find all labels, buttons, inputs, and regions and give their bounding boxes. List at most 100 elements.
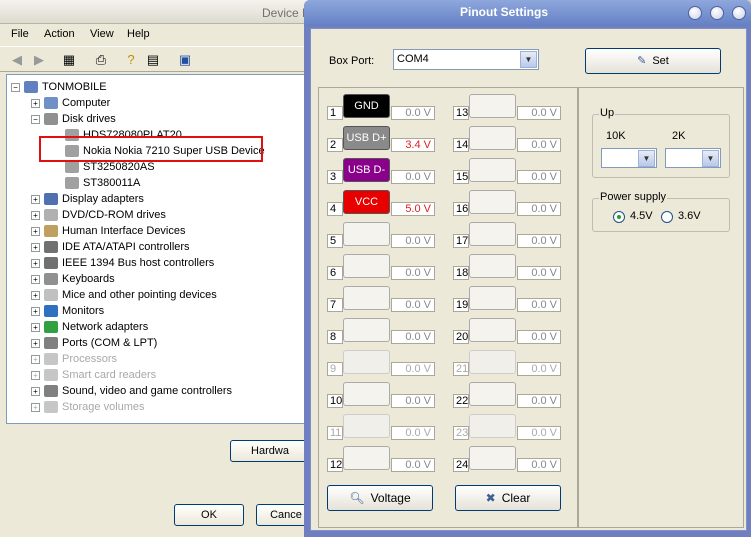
pinout-client-area: Box Port: COM4 ▼ ✎ Set 1 GND 0.0 V 2 USB D+ 3.… bbox=[310, 28, 747, 531]
computer-icon bbox=[44, 97, 58, 110]
forward-arrow-icon[interactable]: ▶ bbox=[30, 51, 48, 69]
pullup-2k-select[interactable]: ▼ bbox=[665, 148, 721, 168]
pin-function-button[interactable] bbox=[469, 222, 516, 246]
maximize-icon[interactable] bbox=[710, 6, 724, 20]
pin-voltage: 0.0 V bbox=[391, 106, 435, 120]
pin-function-button[interactable] bbox=[469, 158, 516, 182]
pin-function-button[interactable] bbox=[343, 414, 390, 438]
pin-row: 1 GND 0.0 V bbox=[325, 94, 443, 122]
pin-function-button[interactable] bbox=[469, 254, 516, 278]
pin-function-button[interactable] bbox=[343, 446, 390, 470]
pin-function-button[interactable]: GND bbox=[343, 94, 390, 118]
pin-number: 13 bbox=[453, 106, 469, 120]
tree-item-computer[interactable]: + Computer bbox=[31, 95, 110, 111]
tree-item-network-adapters[interactable]: + Network adapters bbox=[31, 319, 148, 335]
pin-function-button[interactable] bbox=[469, 446, 516, 470]
pin-function-button[interactable] bbox=[343, 318, 390, 342]
radio-4-5v-label: 4.5V bbox=[630, 210, 653, 222]
print-icon[interactable]: ⎙ bbox=[92, 51, 110, 69]
pin-function-button[interactable] bbox=[469, 190, 516, 214]
pin-voltage: 0.0 V bbox=[517, 426, 561, 440]
pin-function-button[interactable]: USB D+ bbox=[343, 126, 390, 150]
keyboard-icon bbox=[44, 273, 58, 286]
properties-pane-icon[interactable]: ▦ bbox=[60, 51, 78, 69]
tree-item-processors[interactable]: + Processors bbox=[31, 351, 117, 367]
pin-function-button[interactable] bbox=[343, 286, 390, 310]
clear-button[interactable]: ✖ Clear bbox=[455, 485, 561, 511]
radio-3-6v[interactable] bbox=[661, 211, 673, 223]
pins-panel: 1 GND 0.0 V 2 USB D+ 3.4 V 3 USB D- 0.0 V 4 VCC 5.0… bbox=[318, 87, 578, 528]
radio-4-5v[interactable] bbox=[613, 211, 625, 223]
pullup-10k-select[interactable]: ▼ bbox=[601, 148, 657, 168]
pin-voltage: 0.0 V bbox=[391, 266, 435, 280]
pin-function-button[interactable] bbox=[343, 382, 390, 406]
tree-item-disk[interactable]: ST380011A bbox=[65, 175, 140, 191]
tree-item-smart-card-readers[interactable]: + Smart card readers bbox=[31, 367, 156, 383]
up-group-legend: Up bbox=[599, 107, 616, 119]
pin-function-button[interactable] bbox=[469, 318, 516, 342]
tree-item-ieee1394[interactable]: + IEEE 1394 Bus host controllers bbox=[31, 255, 214, 271]
pin-row: 12 0.0 V bbox=[325, 446, 443, 474]
box-port-select[interactable]: COM4 ▼ bbox=[393, 49, 539, 70]
pin-row: 8 0.0 V bbox=[325, 318, 443, 346]
tree-item-ports[interactable]: + Ports (COM & LPT) bbox=[31, 335, 157, 351]
pin-number: 12 bbox=[327, 458, 343, 472]
pin-function-button[interactable]: VCC bbox=[343, 190, 390, 214]
pin-row: 14 0.0 V bbox=[451, 126, 569, 154]
pin-function-button[interactable] bbox=[343, 350, 390, 374]
pin-number: 7 bbox=[327, 298, 343, 312]
tree-item-disk-drives[interactable]: − Disk drives bbox=[31, 111, 116, 127]
pin-row: 21 0.0 V bbox=[451, 350, 569, 378]
pinout-titlebar[interactable]: Pinout Settings bbox=[304, 0, 751, 26]
set-button[interactable]: ✎ Set bbox=[585, 48, 721, 74]
pin-function-button[interactable] bbox=[469, 414, 516, 438]
menu-view[interactable]: View bbox=[90, 28, 114, 40]
pin-function-button[interactable] bbox=[343, 254, 390, 278]
controller-icon bbox=[44, 257, 58, 270]
chevron-down-icon[interactable]: ▼ bbox=[638, 150, 655, 167]
menu-file[interactable]: File bbox=[11, 28, 29, 40]
power-supply-group: Power supply 4.5V 3.6V bbox=[592, 191, 730, 232]
menu-help[interactable]: Help bbox=[127, 28, 150, 40]
pin-function-button[interactable] bbox=[469, 382, 516, 406]
storage-volume-icon bbox=[44, 401, 58, 414]
chevron-down-icon[interactable]: ▼ bbox=[520, 51, 537, 68]
pin-number: 1 bbox=[327, 106, 343, 120]
scan-hardware-icon[interactable]: ▣ bbox=[176, 51, 194, 69]
device-manager-titlebar[interactable]: Device M bbox=[0, 0, 320, 24]
pin-function-button[interactable] bbox=[469, 126, 516, 150]
tree-item-display-adapters[interactable]: + Display adapters bbox=[31, 191, 144, 207]
tree-item-storage-volumes[interactable]: + Storage volumes bbox=[31, 399, 145, 415]
smart-card-icon bbox=[44, 369, 58, 382]
back-arrow-icon[interactable]: ◀ bbox=[8, 51, 26, 69]
tree-item-sound[interactable]: + Sound, video and game controllers bbox=[31, 383, 232, 399]
pin-row: 23 0.0 V bbox=[451, 414, 569, 442]
device-tree[interactable]: − TONMOBILE + Computer − Disk drives HDS728… bbox=[6, 74, 306, 424]
pin-function-button[interactable] bbox=[469, 350, 516, 374]
ok-button[interactable]: OK bbox=[174, 504, 244, 526]
tree-root[interactable]: − TONMOBILE bbox=[11, 79, 107, 95]
menu-action[interactable]: Action bbox=[44, 28, 75, 40]
device-manager-window: Device M File Action View Help ◀ ▶ ▦ ⎙ ?… bbox=[0, 0, 320, 537]
help-icon[interactable]: ? bbox=[122, 51, 140, 69]
close-icon[interactable] bbox=[732, 6, 746, 20]
label-10k: 10K bbox=[606, 130, 626, 142]
tree-item-dvd-drives[interactable]: + DVD/CD-ROM drives bbox=[31, 207, 166, 223]
tree-item-keyboards[interactable]: + Keyboards bbox=[31, 271, 115, 287]
pin-row: 6 0.0 V bbox=[325, 254, 443, 282]
chevron-down-icon[interactable]: ▼ bbox=[702, 150, 719, 167]
tree-item-hid[interactable]: + Human Interface Devices bbox=[31, 223, 186, 239]
pin-function-button[interactable] bbox=[469, 94, 516, 118]
tree-item-ide-controllers[interactable]: + IDE ATA/ATAPI controllers bbox=[31, 239, 190, 255]
voltage-button[interactable]: 🔍︎ Voltage bbox=[327, 485, 433, 511]
pin-function-button[interactable] bbox=[343, 222, 390, 246]
pin-number: 3 bbox=[327, 170, 343, 184]
pin-voltage: 0.0 V bbox=[391, 298, 435, 312]
minimize-icon[interactable] bbox=[688, 6, 702, 20]
tree-item-monitors[interactable]: + Monitors bbox=[31, 303, 104, 319]
tree-item-mice[interactable]: + Mice and other pointing devices bbox=[31, 287, 217, 303]
view-icon[interactable]: ▤ bbox=[144, 51, 162, 69]
pin-function-button[interactable]: USB D- bbox=[343, 158, 390, 182]
pin-function-button[interactable] bbox=[469, 286, 516, 310]
hardware-button[interactable]: Hardwa bbox=[230, 440, 310, 462]
